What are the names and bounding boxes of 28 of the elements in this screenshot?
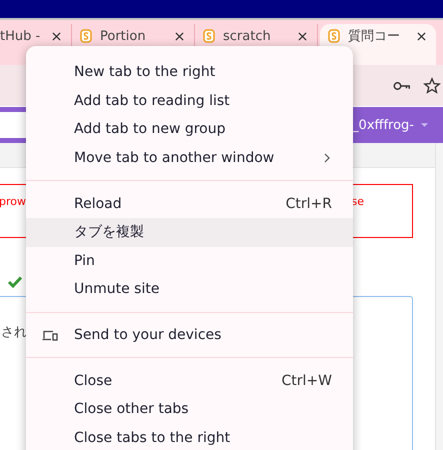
menu-item[interactable]: Close tabs to the right bbox=[26, 424, 353, 450]
menu-item[interactable]: タブを複製 bbox=[26, 218, 353, 247]
star-icon[interactable] bbox=[423, 76, 441, 94]
menu-item[interactable]: Pin bbox=[26, 246, 353, 276]
menu-item[interactable]: Close other tabs bbox=[26, 394, 353, 424]
tab-title: 質問コー bbox=[348, 29, 401, 44]
menu-item[interactable]: Add tab to new group bbox=[26, 115, 353, 144]
tab-title: scratch bbox=[223, 29, 272, 44]
menu-item[interactable]: Send to your devices bbox=[26, 320, 353, 350]
tab-title: Portion bbox=[100, 29, 147, 44]
close-icon[interactable] bbox=[175, 32, 184, 41]
check-icon bbox=[8, 276, 22, 288]
key-icon[interactable] bbox=[393, 80, 411, 92]
menu-item[interactable]: Reload Ctrl+R bbox=[26, 189, 353, 218]
chevron-icon bbox=[324, 153, 330, 164]
close-icon[interactable] bbox=[298, 32, 307, 41]
menu-item[interactable]: Add tab to reading list bbox=[26, 86, 353, 116]
alert-text: prow bbox=[0, 195, 26, 210]
menu-item[interactable]: Move tab to another window bbox=[26, 144, 353, 172]
close-icon[interactable] bbox=[417, 32, 426, 41]
menu-item[interactable]: Close Ctrl+W bbox=[26, 366, 353, 395]
tab-title: tHub - bbox=[0, 29, 42, 44]
close-icon[interactable] bbox=[52, 32, 61, 41]
caret-icon bbox=[420, 122, 429, 128]
menu-item[interactable]: Unmute site bbox=[26, 275, 353, 304]
user-menu[interactable]: _0xfffrog- bbox=[352, 118, 429, 132]
answer-text: され bbox=[1, 325, 27, 340]
devices-icon bbox=[42, 330, 58, 341]
